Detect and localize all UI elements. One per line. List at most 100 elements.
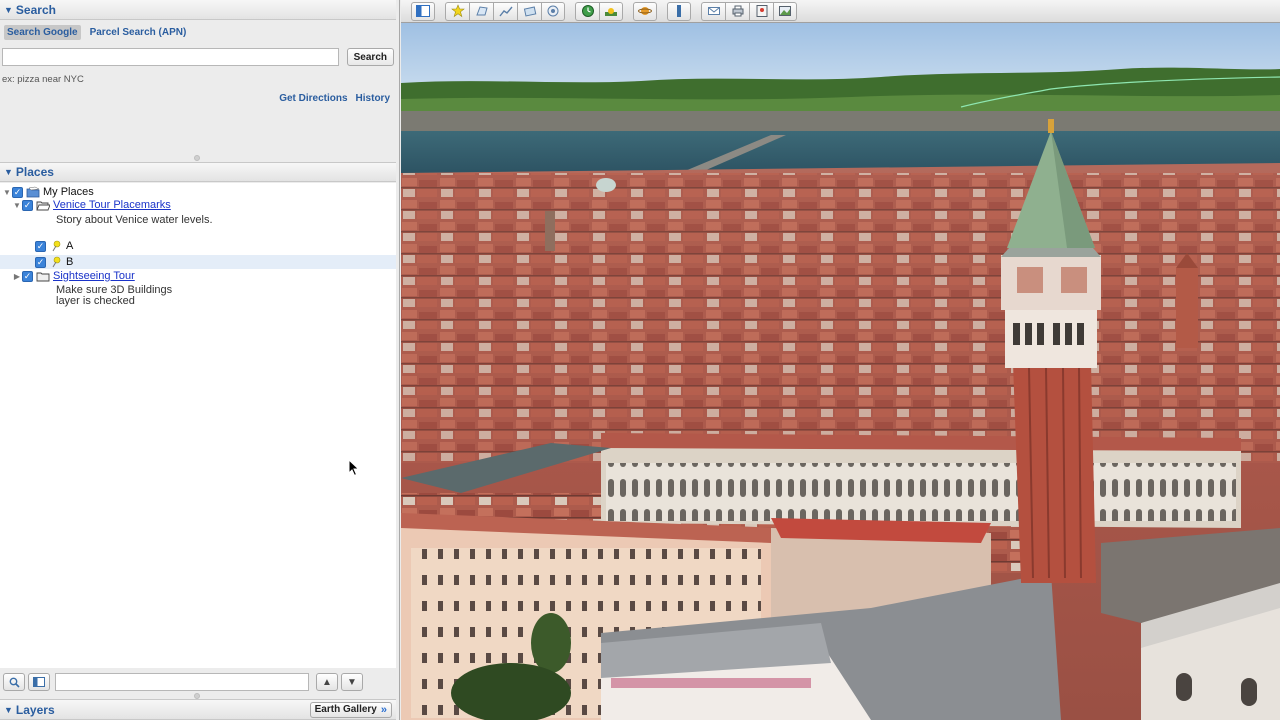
my-places-folder-icon: [26, 186, 40, 198]
my-places-label: My Places: [43, 186, 94, 198]
toggle-panel-button[interactable]: [28, 673, 50, 691]
disclosure-open-icon[interactable]: ▼: [2, 188, 12, 197]
yellow-pushpin-icon: [52, 240, 61, 252]
arrow-down-icon: ▼: [347, 676, 357, 688]
left-sidebar: ▼ Search Search Google Parcel Search (AP…: [0, 0, 400, 720]
view-in-maps-icon: [756, 5, 767, 17]
image-overlay-icon: [523, 6, 536, 17]
historical-imagery-button[interactable]: [575, 1, 599, 21]
magnifier-icon: [9, 677, 20, 688]
search-hint: ex: pizza near NYC: [2, 74, 84, 85]
tree-row-placemark-a[interactable]: ✓ A: [0, 239, 396, 253]
collapse-triangle-icon[interactable]: ▼: [4, 705, 13, 715]
tab-parcel-search[interactable]: Parcel Search (APN): [87, 25, 190, 40]
sightseeing-tour-description-line2: layer is checked: [56, 295, 135, 307]
checkbox-placemark-a[interactable]: ✓: [35, 240, 46, 252]
toolbar-group-view: [575, 1, 623, 21]
folder-open-icon: [36, 201, 50, 211]
search-tabs: Search Google Parcel Search (APN): [0, 20, 396, 40]
search-places-button[interactable]: [3, 673, 25, 691]
email-icon: [707, 7, 720, 15]
main-toolbar: [401, 0, 1280, 23]
places-tree: ▼ ✓ My Places ▼ ✓ Venice Tour Placemarks…: [0, 183, 396, 668]
add-placemark-button[interactable]: [445, 1, 469, 21]
historical-imagery-icon: [581, 5, 594, 17]
sunlight-button[interactable]: [599, 1, 623, 21]
move-down-button[interactable]: ▼: [341, 673, 363, 691]
add-image-overlay-button[interactable]: [517, 1, 541, 21]
search-resize-grip[interactable]: [194, 155, 200, 161]
layers-header[interactable]: ▼ Layers Earth Gallery »: [0, 699, 396, 720]
ruler-icon: [677, 5, 681, 17]
checkbox-sightseeing-tour[interactable]: ✓: [22, 270, 33, 282]
toolbar-group-ruler: [667, 1, 691, 21]
placemark-b-label: B: [66, 256, 74, 268]
sunlight-icon: [605, 8, 617, 16]
search-button[interactable]: Search: [346, 48, 394, 66]
toolbar-group-add: [445, 1, 565, 21]
panel-toggle-icon: [33, 677, 45, 687]
tree-row-venice-tour-placemarks[interactable]: ▼ ✓ Venice Tour Placemarks: [0, 198, 396, 212]
layers-panel: ▼ Layers Earth Gallery »: [0, 699, 396, 720]
search-links: Get Directions History: [0, 85, 396, 104]
collapse-triangle-icon[interactable]: ▼: [4, 167, 13, 177]
ruler-button[interactable]: [667, 1, 691, 21]
earth-gallery-label: Earth Gallery: [314, 704, 377, 715]
search-row: Search: [0, 40, 396, 66]
earth-gallery-button[interactable]: Earth Gallery »: [309, 701, 392, 718]
arrow-up-icon: ▲: [322, 676, 332, 688]
add-path-button[interactable]: [493, 1, 517, 21]
google-earth-window: ▼ Search Search Google Parcel Search (AP…: [0, 0, 1280, 720]
tree-row-my-places[interactable]: ▼ ✓ My Places: [0, 185, 396, 199]
search-input[interactable]: [2, 48, 339, 66]
save-image-icon: [779, 6, 791, 16]
view-in-maps-button[interactable]: [749, 1, 773, 21]
places-header[interactable]: ▼ Places: [0, 162, 396, 182]
disclosure-open-icon[interactable]: ▼: [12, 201, 22, 210]
add-polygon-button[interactable]: [469, 1, 493, 21]
save-image-button[interactable]: [773, 1, 797, 21]
venice-tour-link[interactable]: Venice Tour Placemarks: [53, 199, 171, 211]
polygon-icon: [475, 6, 488, 16]
placemark-a-label: A: [66, 240, 74, 252]
double-chevron-icon: »: [380, 703, 387, 716]
email-button[interactable]: [701, 1, 725, 21]
checkbox-venice-tour[interactable]: ✓: [22, 199, 33, 211]
planets-icon: [638, 7, 652, 15]
search-header-title: Search: [15, 2, 56, 17]
checkbox-my-places[interactable]: ✓: [12, 186, 23, 198]
venice-tour-description: Story about Venice water levels.: [56, 214, 213, 226]
get-directions-link[interactable]: Get Directions: [279, 93, 347, 104]
move-up-button[interactable]: ▲: [316, 673, 338, 691]
tab-search-google[interactable]: Search Google: [4, 25, 81, 40]
record-tour-icon: [547, 5, 559, 17]
places-header-title: Places: [15, 165, 54, 179]
planets-button[interactable]: [633, 1, 657, 21]
search-panel: ▼ Search Search Google Parcel Search (AP…: [0, 0, 396, 161]
print-icon: [732, 5, 743, 17]
sightseeing-tour-link[interactable]: Sightseeing Tour: [53, 270, 135, 282]
earth-3d-view[interactable]: [401, 23, 1280, 720]
places-toolbar: ▲ ▼: [0, 670, 396, 694]
checkbox-placemark-b[interactable]: ✓: [35, 256, 46, 268]
history-link[interactable]: History: [356, 93, 390, 104]
folder-icon: [36, 272, 50, 282]
venice-aerial-scene: [401, 23, 1280, 720]
toolbar-group-sidebar: [411, 1, 435, 21]
tree-row-sightseeing-tour[interactable]: ▶ ✓ Sightseeing Tour: [0, 269, 396, 283]
collapse-triangle-icon[interactable]: ▼: [4, 5, 13, 15]
disclosure-closed-icon[interactable]: ▶: [12, 272, 22, 281]
search-header[interactable]: ▼ Search: [0, 0, 396, 20]
sidebar-toggle-icon: [416, 5, 430, 17]
record-tour-button[interactable]: [541, 1, 565, 21]
path-icon: [498, 6, 513, 17]
mouse-cursor-icon: [348, 459, 360, 477]
places-filter-input[interactable]: [55, 673, 309, 691]
sidebar-toggle-button[interactable]: [411, 1, 435, 21]
layers-header-title: Layers: [15, 702, 55, 717]
places-panel: ▼ Places ▼ ✓ My Places ▼ ✓ Venice Tour P…: [0, 162, 396, 668]
tree-row-placemark-b[interactable]: ✓ B: [0, 255, 396, 269]
placemark-icon: [450, 4, 465, 18]
yellow-pushpin-icon: [52, 256, 61, 268]
print-button[interactable]: [725, 1, 749, 21]
